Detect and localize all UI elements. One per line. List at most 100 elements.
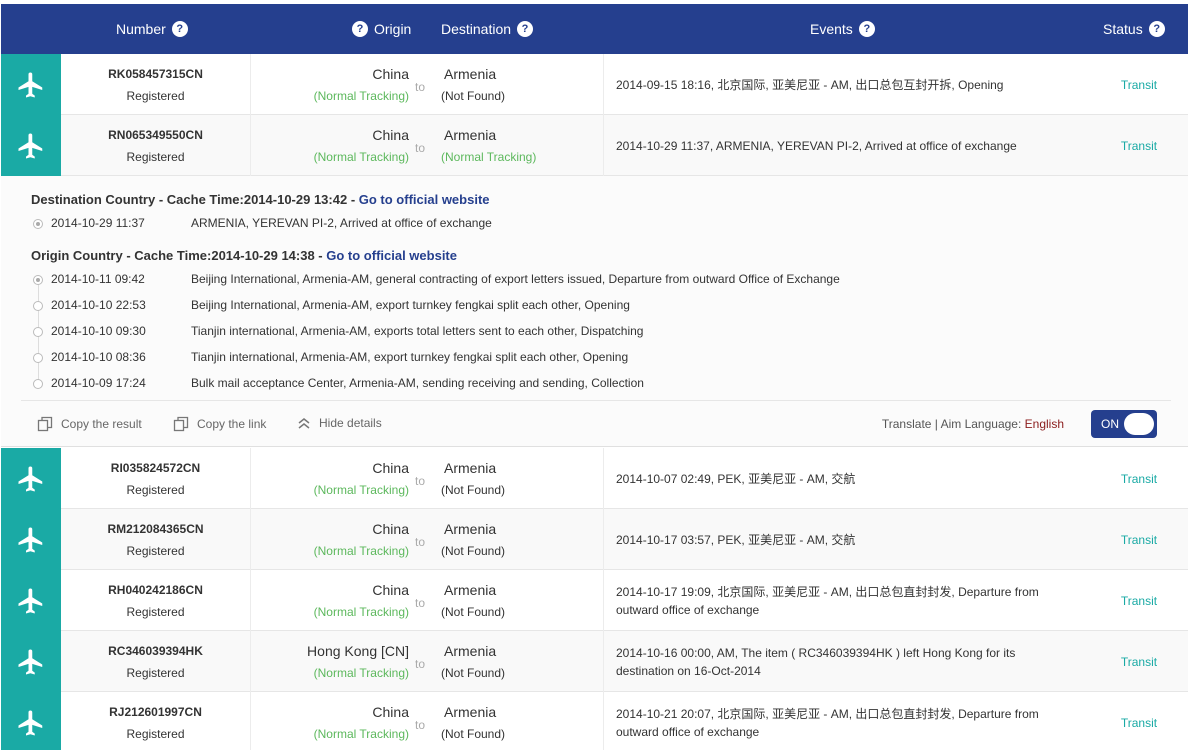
destination-country: Armenia xyxy=(444,521,497,537)
status-badge[interactable]: Transit xyxy=(1091,631,1187,692)
latest-event: 2014-10-17 19:09, 北京国际, 亚美尼亚 - AM, 出口总包直… xyxy=(616,584,1039,617)
origin-country: China xyxy=(372,521,409,537)
tracking-number[interactable]: RC346039394HK xyxy=(61,644,250,658)
help-icon[interactable]: ? xyxy=(858,21,875,37)
copy-result-button[interactable]: Copy the result xyxy=(37,416,142,432)
latest-event: 2014-10-29 11:37, ARMENIA, YEREVAN PI-2,… xyxy=(616,138,1017,153)
tracking-number-cell: RH040242186CN Registered xyxy=(61,570,251,631)
latest-event: 2014-10-17 03:57, PEK, 亚美尼亚 - AM, 交航 xyxy=(616,532,856,547)
destination-country: Armenia xyxy=(444,66,497,82)
origin-cell: China (Normal Tracking) xyxy=(251,54,411,115)
header-number: Number ? xyxy=(116,4,188,54)
to-separator: to xyxy=(415,596,426,610)
destination-cell: Armenia (Not Found) xyxy=(441,448,604,509)
help-icon[interactable]: ? xyxy=(1148,21,1165,37)
translate-toggle[interactable]: ON xyxy=(1091,410,1157,438)
origin-tracking-status: (Normal Tracking) xyxy=(313,89,409,103)
help-icon[interactable]: ? xyxy=(171,21,188,37)
dest-official-website-link[interactable]: Go to official website xyxy=(359,192,490,207)
help-icon[interactable]: ? xyxy=(517,21,534,37)
status-badge[interactable]: Transit xyxy=(1091,115,1187,176)
airplane-icon xyxy=(18,649,43,674)
header-origin: ? Origin xyxy=(352,4,411,54)
destination-tracking-status: (Not Found) xyxy=(441,544,506,558)
tracking-number[interactable]: RM212084365CN xyxy=(61,522,250,536)
tracking-details-panel: Destination Country - Cache Time:2014-10… xyxy=(1,176,1188,447)
destination-tracking-status: (Not Found) xyxy=(441,605,506,619)
tracking-row[interactable]: RI035824572CN Registered China (Normal T… xyxy=(1,448,1188,509)
help-icon[interactable]: ? xyxy=(352,21,368,37)
origin-country: China xyxy=(372,704,409,720)
origin-cell: China (Normal Tracking) xyxy=(251,448,411,509)
destination-cell: Armenia (Not Found) xyxy=(441,570,604,631)
destination-country: Armenia xyxy=(444,582,497,598)
tracking-row[interactable]: RJ212601997CN Registered China (Normal T… xyxy=(1,692,1188,750)
destination-cell: Armenia (Not Found) xyxy=(441,54,604,115)
destination-cell: Armenia (Not Found) xyxy=(441,692,604,750)
origin-country: Hong Kong [CN] xyxy=(307,643,409,659)
copy-icon xyxy=(37,416,53,432)
destination-tracking-status: (Not Found) xyxy=(441,483,506,497)
tracking-row[interactable]: RM212084365CN Registered China (Normal T… xyxy=(1,509,1188,570)
status-badge[interactable]: Transit xyxy=(1091,570,1187,631)
origin-country: China xyxy=(372,127,409,143)
registration-state: Registered xyxy=(126,727,185,741)
tracking-number-cell: RM212084365CN Registered xyxy=(61,509,251,570)
destination-cell: Armenia (Not Found) xyxy=(441,509,604,570)
header-destination: Destination ? xyxy=(441,4,534,54)
origin-cell: Hong Kong [CN] (Normal Tracking) xyxy=(251,631,411,692)
registration-state: Registered xyxy=(126,544,185,558)
destination-section-title: Destination Country - Cache Time:2014-10… xyxy=(31,192,490,207)
origin-official-website-link[interactable]: Go to official website xyxy=(326,248,457,263)
origin-section-title: Origin Country - Cache Time:2014-10-29 1… xyxy=(31,248,457,263)
registration-state: Registered xyxy=(126,150,185,164)
destination-cell: Armenia (Normal Tracking) xyxy=(441,115,604,176)
timeline-dot-icon xyxy=(33,353,43,363)
timeline-dot-icon xyxy=(33,327,43,337)
registration-state: Registered xyxy=(126,605,185,619)
timeline-dot-icon xyxy=(33,301,43,311)
airplane-icon xyxy=(18,133,43,158)
status-badge[interactable]: Transit xyxy=(1091,448,1187,509)
toggle-knob xyxy=(1124,413,1154,435)
tracking-number-cell: RJ212601997CN Registered xyxy=(61,692,251,750)
timeline-dot-icon xyxy=(33,219,43,229)
header-events: Events ? xyxy=(810,4,875,54)
status-badge[interactable]: Transit xyxy=(1091,509,1187,570)
status-badge[interactable]: Transit xyxy=(1091,54,1187,115)
table-header: Number ? ? Origin Destination ? Events ?… xyxy=(1,4,1188,54)
plane-icon-tile xyxy=(1,692,61,750)
plane-icon-tile xyxy=(1,115,61,176)
tracking-row[interactable]: RK058457315CN Registered China (Normal T… xyxy=(1,54,1188,115)
destination-tracking-status: (Not Found) xyxy=(441,89,506,103)
airplane-icon xyxy=(18,466,43,491)
destination-country: Armenia xyxy=(444,704,497,720)
hide-details-button[interactable]: Hide details xyxy=(297,416,382,430)
timeline-dot-icon xyxy=(33,275,43,285)
origin-tracking-status: (Normal Tracking) xyxy=(313,605,409,619)
tracking-number[interactable]: RN065349550CN xyxy=(61,128,250,142)
header-status: Status ? xyxy=(1103,4,1165,54)
airplane-icon xyxy=(18,72,43,97)
copy-link-button[interactable]: Copy the link xyxy=(173,416,266,432)
tracking-row[interactable]: RH040242186CN Registered China (Normal T… xyxy=(1,570,1188,631)
destination-country: Armenia xyxy=(444,460,497,476)
tracking-row[interactable]: RN065349550CN Registered China (Normal T… xyxy=(1,115,1188,176)
aim-language-link[interactable]: English xyxy=(1025,417,1064,431)
tracking-number[interactable]: RK058457315CN xyxy=(61,67,250,81)
origin-country: China xyxy=(372,460,409,476)
latest-event: 2014-10-21 20:07, 北京国际, 亚美尼亚 - AM, 出口总包直… xyxy=(616,706,1039,739)
origin-country: China xyxy=(372,66,409,82)
destination-country: Armenia xyxy=(444,643,497,659)
registration-state: Registered xyxy=(126,89,185,103)
latest-event: 2014-09-15 18:16, 北京国际, 亚美尼亚 - AM, 出口总包互… xyxy=(616,77,1004,92)
registration-state: Registered xyxy=(126,483,185,497)
tracking-number[interactable]: RH040242186CN xyxy=(61,583,250,597)
status-badge[interactable]: Transit xyxy=(1091,692,1187,750)
tracking-number-cell: RC346039394HK Registered xyxy=(61,631,251,692)
tracking-number[interactable]: RJ212601997CN xyxy=(61,705,250,719)
double-chevron-up-icon xyxy=(298,418,310,429)
tracking-number[interactable]: RI035824572CN xyxy=(61,461,250,475)
plane-icon-tile xyxy=(1,631,61,692)
tracking-row[interactable]: RC346039394HK Registered Hong Kong [CN] … xyxy=(1,631,1188,692)
